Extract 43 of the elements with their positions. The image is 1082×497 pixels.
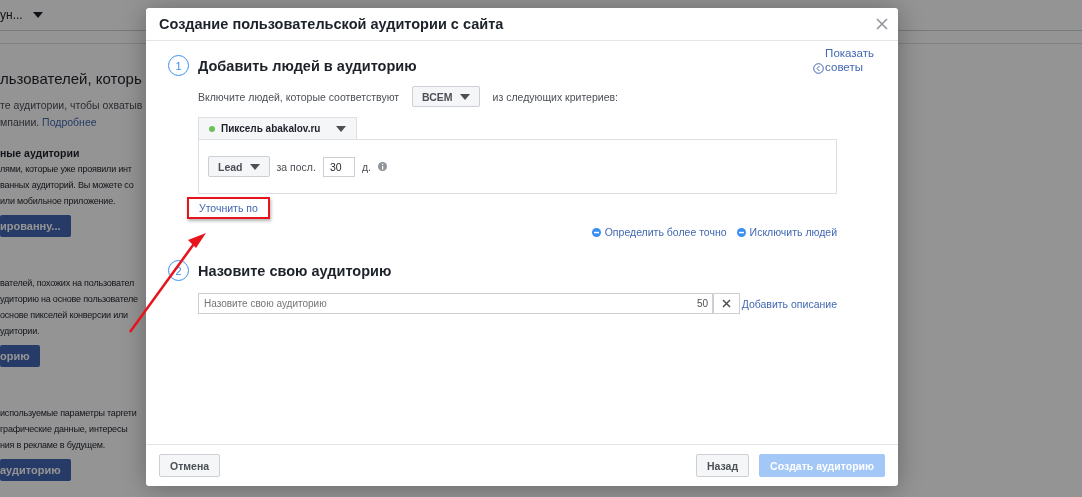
create-audience-button[interactable]: ированну... (0, 215, 71, 237)
pixel-source-tab[interactable]: Пиксель abakalov.ru (198, 117, 358, 139)
clear-button[interactable] (713, 293, 740, 314)
back-button[interactable]: Назад (695, 454, 750, 477)
step-title: Добавить людей в аудиторию (198, 57, 417, 74)
caret-icon (32, 12, 43, 18)
section-description: используемые параметры таргети графические данные, интересы ния в рекламе в будущем. (0, 407, 138, 452)
info-icon (377, 162, 387, 171)
dialog-title: Создание пользовательской аудитории с сайта (159, 16, 504, 32)
page-heading: льзователей, которь (0, 69, 143, 89)
circle-arrow-left-icon (813, 63, 825, 74)
intro-text: те аудитории, чтобы охватыв мпании. Подробнее (0, 98, 144, 130)
section-description: вателей, похожих на пользовател удиторию на основе пользователе основе пикселей конверсии или удитории. (0, 277, 139, 338)
caret-icon (459, 93, 470, 100)
add-description-link[interactable]: Добавить описание (741, 297, 837, 310)
minus-circle-icon (736, 227, 746, 237)
action-link[interactable]: Определить более точно (591, 226, 727, 238)
page-selector[interactable]: ун... (0, 8, 23, 22)
period-label: за посл. (276, 160, 316, 173)
cancel-button[interactable]: Отмена (159, 454, 221, 477)
caret-icon (249, 163, 260, 170)
status-dot-icon (209, 125, 215, 132)
step-title: Назовите свою аудиторию (198, 262, 392, 279)
caret-icon (336, 125, 347, 132)
close-icon (721, 299, 731, 308)
include-label: Включите людей, которые соответствуют (198, 90, 400, 103)
refine-link[interactable]: Уточнить по (199, 202, 258, 214)
show-tips-link[interactable]: Показать советы (825, 46, 874, 74)
learn-more-link[interactable]: Подробнее (42, 116, 97, 128)
section-description: лями, которые уже проявили инт ванных аудиторий. Вы можете со или мобильное приложение. (0, 163, 135, 208)
days-input[interactable]: 30 (322, 156, 355, 177)
event-dropdown[interactable]: Lead (208, 156, 270, 177)
create-audience-button[interactable]: орию (0, 345, 40, 367)
character-counter: 50 (696, 298, 708, 309)
close-icon (876, 18, 888, 30)
criteria-label: из следующих критериев: (492, 90, 618, 103)
section-title: ные аудитории (0, 146, 81, 161)
close-button[interactable] (876, 18, 888, 30)
match-dropdown[interactable]: ВСЕМ (412, 86, 480, 107)
days-unit: д. (361, 160, 371, 173)
action-link[interactable]: Исключить людей (736, 226, 837, 238)
minus-circle-icon (591, 227, 601, 237)
create-audience-button[interactable]: аудиторию (0, 459, 71, 481)
